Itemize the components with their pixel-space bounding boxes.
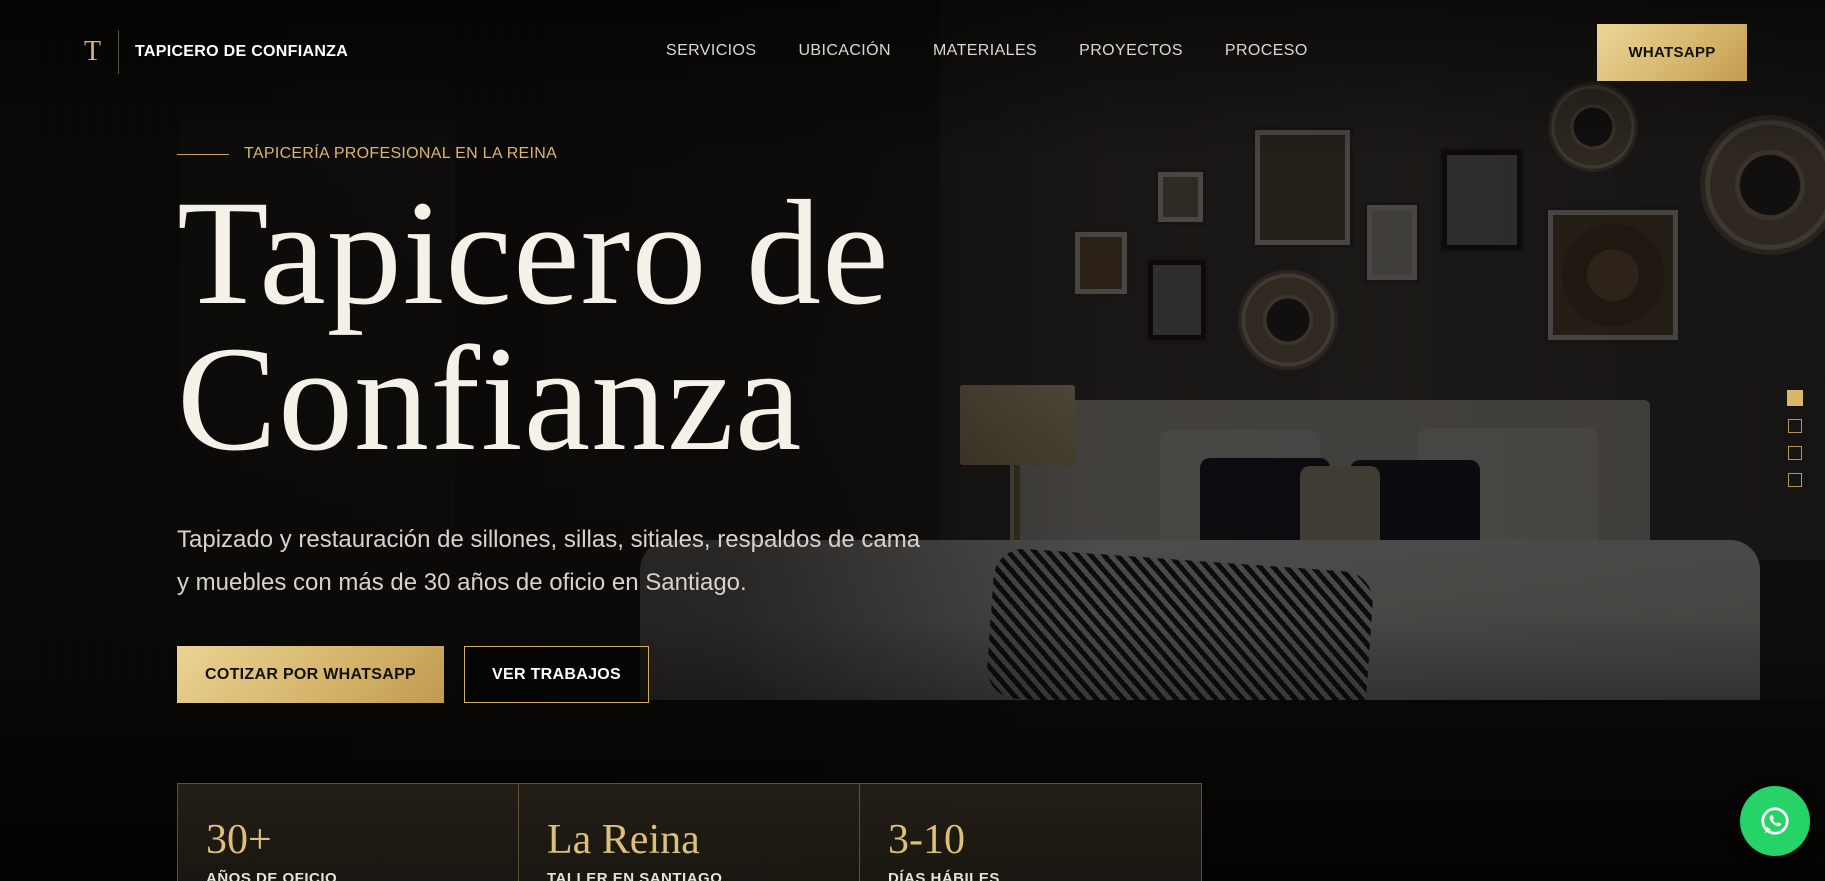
stat-value: 3-10	[888, 817, 965, 863]
hero-lead: Tapizado y restauración de sillones, sil…	[177, 526, 921, 596]
eyebrow-text: TAPICERÍA PROFESIONAL EN LA REINA	[244, 145, 558, 162]
eyebrow-line	[177, 153, 229, 155]
hero-title-line2: Confianza	[177, 316, 803, 482]
stat-label: DÍAS HÁBILES	[888, 870, 1000, 881]
site-header: T TAPICERO DE CONFIANZA SERVICIOS UBICAC…	[0, 0, 1825, 104]
slide-indicator-4[interactable]	[1788, 473, 1802, 487]
nav-item-ubicacion[interactable]: UBICACIÓN	[798, 42, 891, 60]
stat-card: 3-10 DÍAS HÁBILES	[860, 784, 1201, 881]
brand-logo[interactable]: T TAPICERO DE CONFIANZA	[84, 30, 348, 74]
nav-item-proceso[interactable]: PROCESO	[1225, 42, 1308, 60]
ver-trabajos-button[interactable]: VER TRABAJOS	[464, 646, 649, 703]
stat-card: La Reina TALLER EN SANTIAGO	[519, 784, 860, 881]
stat-label: TALLER EN SANTIAGO	[547, 870, 723, 881]
hero-title-line1: Tapicero de	[177, 170, 890, 336]
nav-item-proyectos[interactable]: PROYECTOS	[1079, 42, 1183, 60]
slide-indicators	[1787, 390, 1803, 500]
stats-strip: 30+ AÑOS DE OFICIO La Reina TALLER EN SA…	[177, 783, 1202, 881]
whatsapp-floating-button[interactable]	[1740, 786, 1810, 856]
nav-item-servicios[interactable]: SERVICIOS	[666, 42, 756, 60]
stat-value: La Reina	[547, 817, 700, 863]
stat-label: AÑOS DE OFICIO	[206, 870, 338, 881]
whatsapp-header-button[interactable]: WHATSAPP	[1597, 24, 1747, 81]
hero-cta-group: COTIZAR POR WHATSAPP VER TRABAJOS	[177, 646, 649, 703]
hero-title: Tapicero de Confianza	[177, 178, 1077, 474]
nav-item-materiales[interactable]: MATERIALES	[933, 42, 1037, 60]
logo-mark: T	[84, 36, 102, 67]
brand-name: TAPICERO DE CONFIANZA	[135, 43, 349, 60]
main-nav: SERVICIOS UBICACIÓN MATERIALES PROYECTOS…	[666, 42, 1350, 60]
cotizar-whatsapp-button[interactable]: COTIZAR POR WHATSAPP	[177, 646, 445, 703]
slide-indicator-1[interactable]	[1787, 390, 1803, 406]
stat-value: 30+	[206, 817, 272, 863]
whatsapp-icon	[1761, 807, 1789, 835]
slide-indicator-3[interactable]	[1788, 446, 1802, 460]
logo-divider	[118, 30, 119, 74]
hero-eyebrow: TAPICERÍA PROFESIONAL EN LA REINA	[177, 145, 557, 163]
slide-indicator-2[interactable]	[1788, 419, 1802, 433]
stat-card: 30+ AÑOS DE OFICIO	[178, 784, 519, 881]
